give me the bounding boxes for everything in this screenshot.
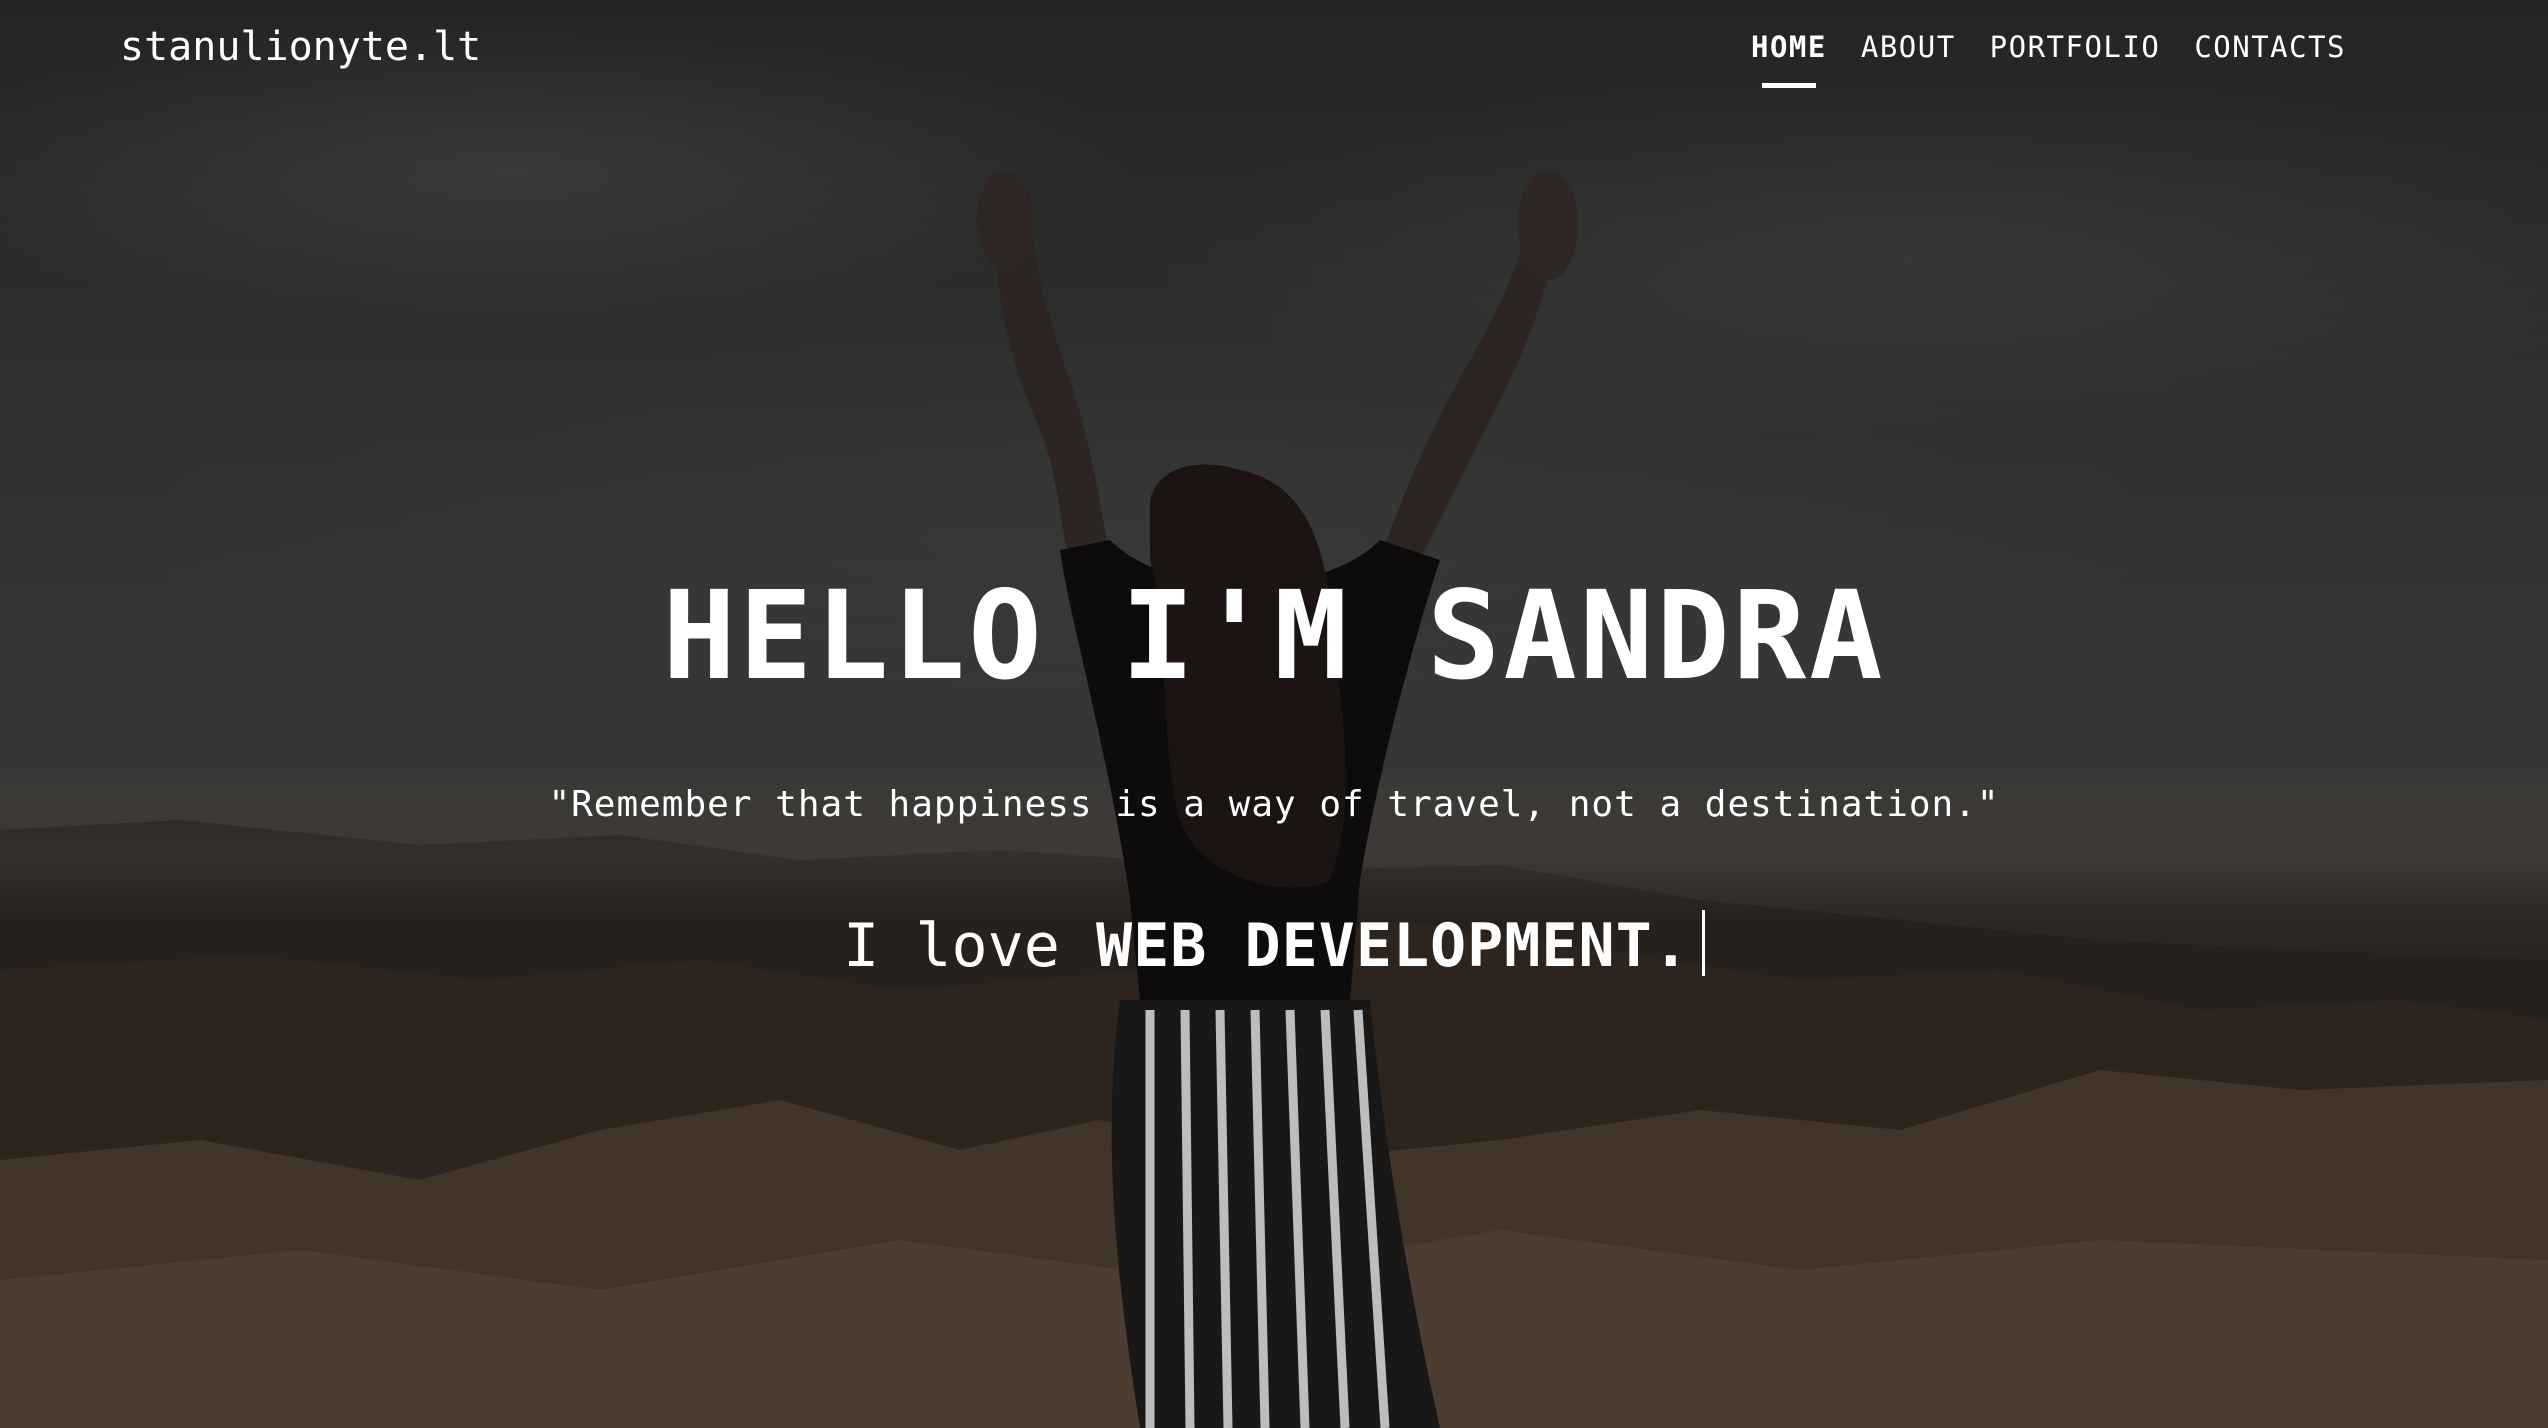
nav-link-contacts[interactable]: CONTACTS (2194, 30, 2346, 80)
hero-background (0, 0, 2548, 1428)
typing-text: I love WEB DEVELOPMENT. (0, 910, 2548, 979)
hero-quote: "Remember that happiness is a way of tra… (548, 784, 2000, 825)
top-navigation: stanulionyte.lt HOME ABOUT PORTFOLIO CON… (0, 0, 2548, 100)
typing-word: WEB DEVELOPMENT. (1095, 911, 1690, 981)
typing-prefix: I love (843, 911, 1060, 981)
person-silhouette (977, 170, 1578, 1428)
menu-item-about: ABOUT (1861, 30, 1956, 80)
nav-link-portfolio[interactable]: PORTFOLIO (1990, 30, 2161, 80)
main-menu: HOME ABOUT PORTFOLIO CONTACTS (1751, 30, 2346, 80)
hero-headline: HELLO I'M SANDRA (662, 565, 1886, 707)
menu-item-home: HOME (1751, 30, 1827, 80)
menu-item-contacts: CONTACTS (2194, 30, 2346, 80)
menu-item-portfolio: PORTFOLIO (1990, 30, 2161, 80)
nav-link-about[interactable]: ABOUT (1861, 30, 1956, 80)
nav-link-home[interactable]: HOME (1751, 30, 1827, 80)
site-logo-link[interactable]: stanulionyte.lt (120, 24, 481, 70)
typing-cursor (1701, 910, 1705, 976)
